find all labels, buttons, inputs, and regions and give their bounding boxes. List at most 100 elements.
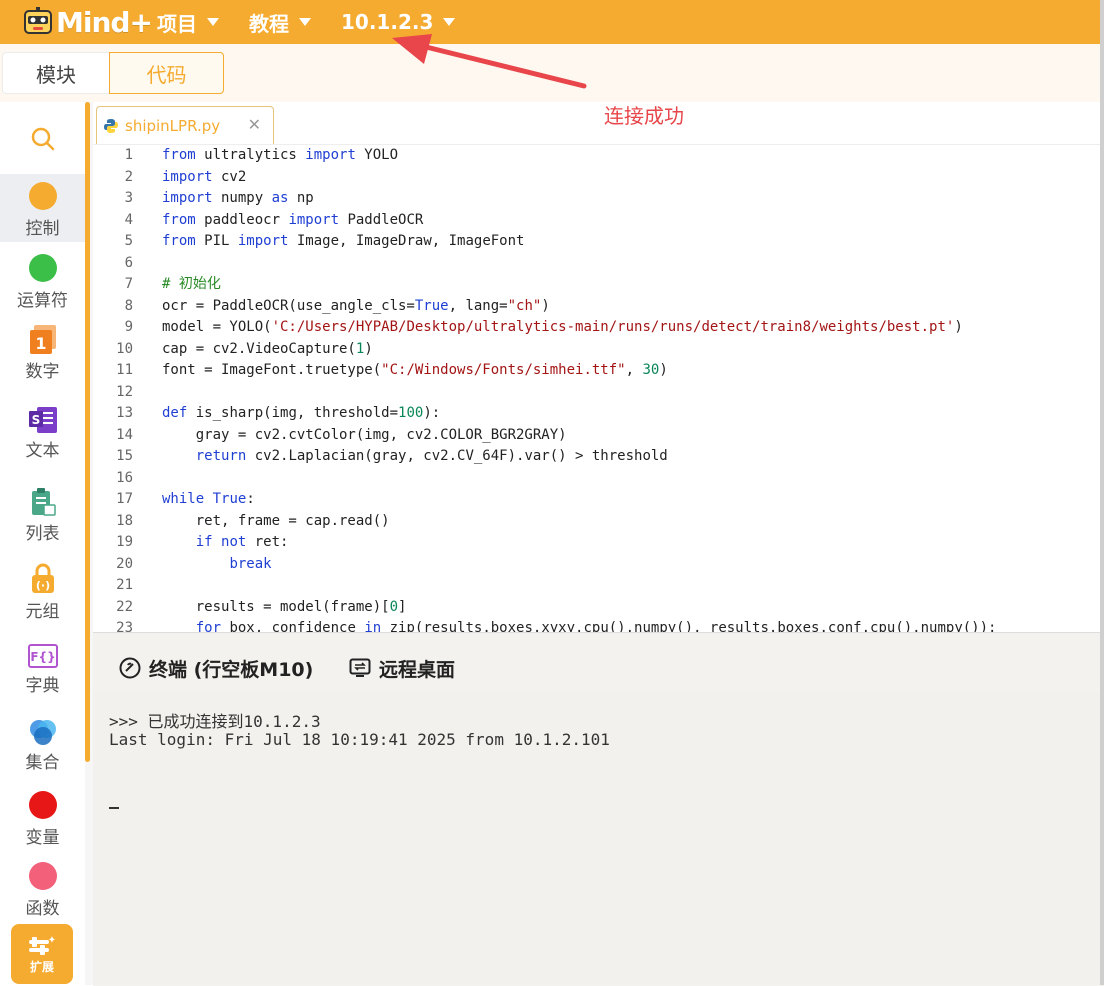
sidebar-item-lists[interactable]: 列表 bbox=[0, 487, 85, 544]
number-1-icon: 1 bbox=[29, 325, 56, 354]
code-line[interactable]: 4 from paddleocr import PaddleOCR bbox=[93, 210, 1104, 232]
code-line[interactable]: 17 while True: bbox=[93, 489, 1104, 511]
code-line[interactable]: 22 results = model(frame)[0] bbox=[93, 597, 1104, 619]
sidebar-item-operators[interactable]: 运算符 bbox=[0, 254, 85, 311]
line-number: 14 bbox=[116, 426, 133, 443]
svg-text:1: 1 bbox=[35, 334, 46, 353]
file-tab[interactable]: shipinLPR.py ✕ bbox=[96, 106, 274, 144]
terminal-line: >>> 已成功连接到10.1.2.3 bbox=[109, 712, 321, 731]
code-line[interactable]: 2 import cv2 bbox=[93, 167, 1104, 189]
sidebar-item-control[interactable]: 控制 bbox=[0, 174, 85, 242]
search-button[interactable] bbox=[0, 116, 85, 162]
code-text: for box, confidence in zip(results.boxes… bbox=[195, 620, 997, 632]
functions-category-icon bbox=[28, 862, 57, 890]
line-number: 18 bbox=[116, 512, 133, 529]
terminal-tab-bar: 终端 (行空板M10) 远程桌面 bbox=[93, 644, 1104, 692]
line-number: 3 bbox=[124, 190, 133, 206]
sidebar-item-variables[interactable]: 变量 bbox=[0, 791, 85, 848]
code-text: gray = cv2.cvtColor(img, cv2.COLOR_BGR2G… bbox=[162, 426, 567, 443]
line-number: 5 bbox=[124, 233, 133, 249]
code-text: cap = cv2.VideoCapture(1) bbox=[162, 340, 373, 357]
code-text: def is_sharp(img, threshold=100): bbox=[162, 405, 441, 421]
menu-project[interactable]: 项目 bbox=[157, 7, 219, 37]
code-line[interactable]: 23 for box, confidence in zip(results.bo… bbox=[93, 618, 1104, 632]
top-menu-bar: Mind+ 项目 教程 10.1.2.3 bbox=[0, 0, 1104, 44]
code-text: results = model(frame)[0] bbox=[162, 598, 407, 615]
line-number: 17 bbox=[116, 491, 133, 507]
line-number: 1 bbox=[124, 147, 133, 163]
list-clipboard-icon bbox=[31, 488, 56, 516]
text-s-icon: S bbox=[28, 407, 57, 433]
tab-code[interactable]: 代码 bbox=[109, 52, 224, 94]
line-number: 9 bbox=[124, 319, 133, 335]
line-number: 7 bbox=[124, 276, 133, 292]
code-area[interactable]: 1 from ultralytics import YOLO 2 import cv2… bbox=[93, 145, 1104, 632]
tab-blocks[interactable]: 模块 bbox=[2, 52, 110, 94]
code-text: import numpy as np bbox=[162, 190, 314, 206]
line-number: 15 bbox=[116, 448, 133, 464]
caret-down-icon bbox=[443, 18, 456, 26]
caret-down-icon bbox=[207, 18, 219, 26]
sidebar-item-label: 数字 bbox=[25, 362, 60, 382]
line-number: 8 bbox=[124, 297, 133, 314]
code-line[interactable]: 20 break bbox=[93, 554, 1104, 576]
robot-logo-icon bbox=[24, 7, 52, 34]
code-line[interactable]: 10 cap = cv2.VideoCapture(1) bbox=[93, 339, 1104, 361]
close-icon[interactable]: ✕ bbox=[248, 115, 261, 134]
line-number: 23 bbox=[116, 620, 133, 632]
extensions-button[interactable]: ✦ 扩展 bbox=[11, 924, 73, 984]
operators-category-icon bbox=[28, 254, 57, 282]
terminal-line: Last login: Fri Jul 18 10:19:41 2025 fro… bbox=[109, 730, 610, 749]
sidebar-item-tuples[interactable]: (·) 元组 bbox=[0, 563, 85, 622]
code-line[interactable]: 14 gray = cv2.cvtColor(img, cv2.COLOR_BG… bbox=[93, 425, 1104, 447]
sidebar-item-label: 字典 bbox=[25, 676, 60, 696]
line-number: 10 bbox=[116, 340, 133, 357]
line-number: 13 bbox=[116, 405, 133, 421]
code-text: from ultralytics import YOLO bbox=[162, 147, 399, 163]
line-number: 19 bbox=[116, 534, 133, 550]
code-text: ocr = PaddleOCR(use_angle_cls=True, lang… bbox=[162, 297, 550, 314]
code-line[interactable]: 11 font = ImageFont.truetype("C:/Windows/… bbox=[93, 360, 1104, 382]
sidebar-item-functions[interactable]: 函数 bbox=[0, 862, 85, 919]
terminal-output[interactable]: >>> 已成功连接到10.1.2.3 Last login: Fri Jul 1… bbox=[93, 692, 1104, 985]
tab-remote-desktop[interactable]: 远程桌面 bbox=[349, 644, 455, 692]
sidebar-scrollbar[interactable] bbox=[85, 102, 90, 762]
sidebar-item-label: 列表 bbox=[25, 524, 60, 544]
tab-terminal-label: 终端 (行空板M10) bbox=[149, 658, 314, 681]
line-number: 2 bbox=[124, 168, 133, 185]
code-line[interactable]: 15 return cv2.Laplacian(gray, cv2.CV_64F… bbox=[93, 446, 1104, 468]
remote-desktop-icon bbox=[349, 658, 371, 677]
code-line[interactable]: 3 import numpy as np bbox=[93, 188, 1104, 210]
code-line[interactable]: 8 ocr = PaddleOCR(use_angle_cls=True, lan… bbox=[93, 296, 1104, 318]
sidebar-item-text[interactable]: S 文本 bbox=[0, 406, 85, 461]
code-line[interactable]: 16 bbox=[93, 468, 1104, 490]
code-line[interactable]: 7 # 初始化 bbox=[93, 274, 1104, 296]
code-line[interactable]: 18 ret, frame = cap.read() bbox=[93, 511, 1104, 533]
menu-tutorial[interactable]: 教程 bbox=[249, 7, 311, 37]
code-text: ret, frame = cap.read() bbox=[162, 512, 390, 529]
code-line[interactable]: 6 bbox=[93, 253, 1104, 275]
code-line[interactable]: 9 model = YOLO('C:/Users/HYPAB/Desktop/ul… bbox=[93, 317, 1104, 339]
terminal-cursor bbox=[109, 807, 119, 809]
code-line[interactable]: 21 bbox=[93, 575, 1104, 597]
tab-terminal[interactable]: 终端 (行空板M10) bbox=[119, 644, 313, 692]
sidebar-item-sets[interactable]: 集合 bbox=[0, 718, 85, 773]
line-number: 22 bbox=[116, 598, 133, 615]
sidebar-item-numbers[interactable]: 1 数字 bbox=[0, 325, 85, 382]
line-number: 20 bbox=[116, 555, 133, 572]
sidebar-item-label: 元组 bbox=[25, 602, 60, 622]
menu-device-connection[interactable]: 10.1.2.3 bbox=[341, 7, 456, 37]
code-line[interactable]: 5 from PIL import Image, ImageDraw, Image… bbox=[93, 231, 1104, 253]
code-line[interactable]: 12 bbox=[93, 382, 1104, 404]
sidebar-item-label: 集合 bbox=[25, 753, 60, 773]
sidebar-item-dictionaries[interactable]: F{} 字典 bbox=[0, 643, 85, 696]
code-line[interactable]: 1 from ultralytics import YOLO bbox=[93, 145, 1104, 167]
code-line[interactable]: 13 def is_sharp(img, threshold=100): bbox=[93, 403, 1104, 425]
annotation-text: 连接成功 bbox=[604, 104, 684, 128]
logo-wordmark: Mind+ bbox=[56, 5, 153, 39]
code-text: while True: bbox=[162, 491, 255, 507]
menu-device-label: 10.1.2.3 bbox=[341, 10, 434, 34]
mindplus-logo[interactable]: Mind+ bbox=[22, 4, 153, 40]
svg-text:✦: ✦ bbox=[48, 935, 56, 946]
code-line[interactable]: 19 if not ret: bbox=[93, 532, 1104, 554]
